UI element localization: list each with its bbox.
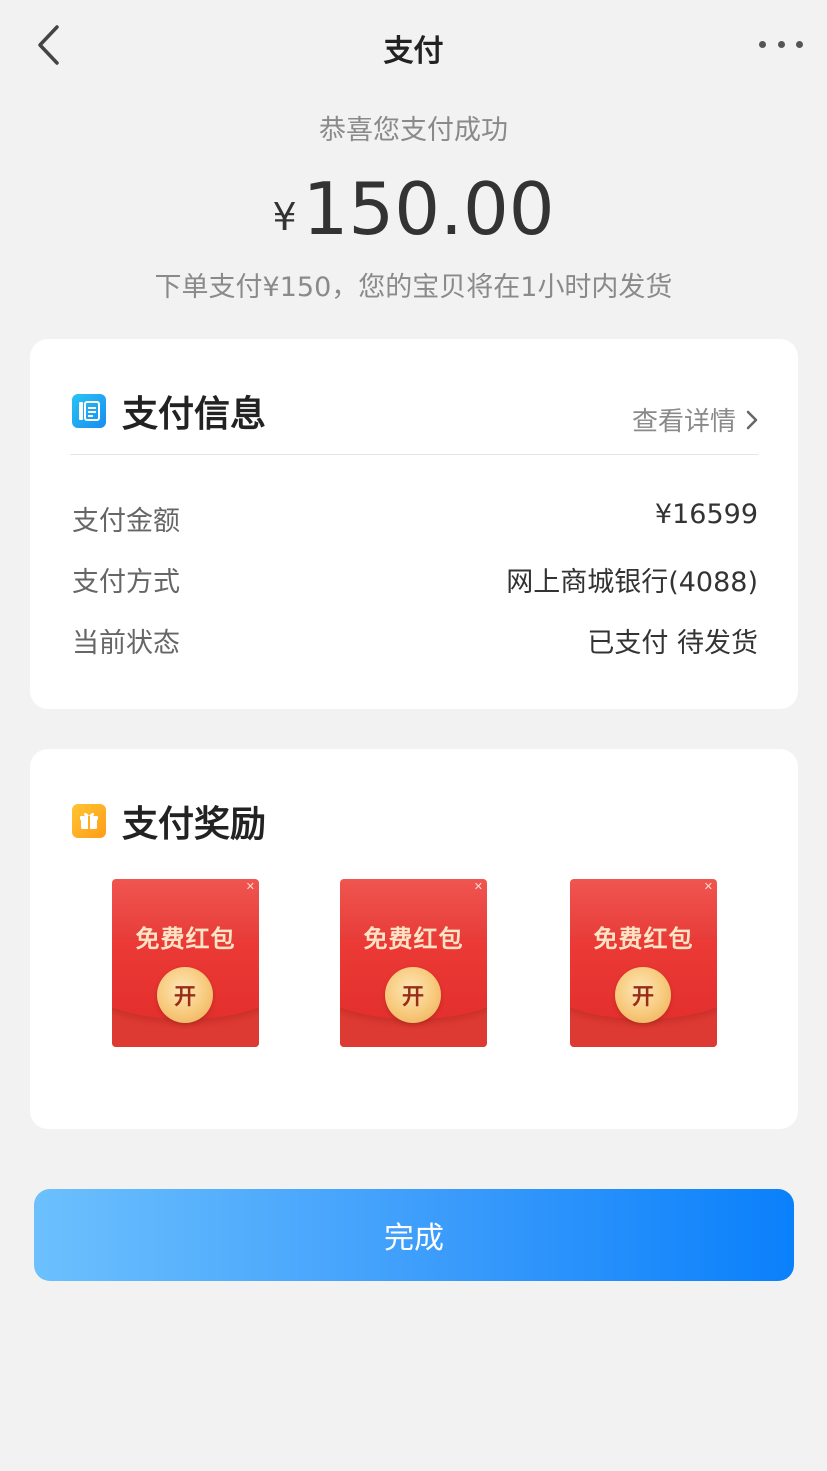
payment-info-header: 支付信息 xyxy=(72,385,266,437)
envelope-open-button[interactable]: 开 xyxy=(385,967,441,1023)
currency-symbol: ¥ xyxy=(272,195,297,239)
payment-info-card: 支付信息 查看详情 支付金额 ¥16599 支付方式 网上商城银行(4088) … xyxy=(30,339,798,709)
envelope-label: 免费红包 xyxy=(593,925,694,953)
envelope-label: 免费红包 xyxy=(363,925,464,953)
divider xyxy=(70,454,758,455)
red-envelope[interactable]: ✕ 免费红包 开 xyxy=(112,879,259,1047)
envelope-label: 免费红包 xyxy=(135,925,236,953)
info-row-value: 已支付 待发货 xyxy=(587,628,758,659)
nav-bar: 支付 xyxy=(0,0,827,90)
info-row-method: 支付方式 网上商城银行(4088) xyxy=(72,560,758,599)
envelope-open-button[interactable]: 开 xyxy=(157,967,213,1023)
info-row-label: 支付金额 xyxy=(72,506,180,537)
document-icon xyxy=(72,394,106,428)
more-dot xyxy=(777,40,785,48)
red-envelope[interactable]: ✕ 免费红包 开 xyxy=(570,879,717,1047)
info-row-status: 当前状态 已支付 待发货 xyxy=(72,621,758,660)
done-button[interactable]: 完成 xyxy=(34,1189,794,1281)
payment-result: 恭喜您支付成功 ¥ 150.00 下单支付¥150，您的宝贝将在1小时内发货 xyxy=(0,108,827,304)
info-row-label: 当前状态 xyxy=(72,628,180,659)
more-dot xyxy=(796,40,803,48)
view-details-label: 查看详情 xyxy=(631,407,736,437)
payment-info-title: 支付信息 xyxy=(122,394,267,435)
close-icon[interactable]: ✕ xyxy=(246,880,255,893)
reward-header: 支付奖励 xyxy=(72,795,266,847)
info-row-amount: 支付金额 ¥16599 xyxy=(72,499,758,538)
envelope-open-button[interactable]: 开 xyxy=(615,967,671,1023)
reward-title: 支付奖励 xyxy=(122,804,267,845)
info-row-label: 支付方式 xyxy=(72,567,180,598)
more-dot xyxy=(759,40,766,48)
red-envelope[interactable]: ✕ 免费红包 开 xyxy=(340,879,487,1047)
more-button[interactable] xyxy=(759,28,803,60)
paid-amount: ¥ 150.00 xyxy=(0,165,827,245)
close-icon[interactable]: ✕ xyxy=(474,880,483,893)
close-icon[interactable]: ✕ xyxy=(704,880,713,893)
page-title: 支付 xyxy=(383,34,444,69)
shipping-note: 下单支付¥150，您的宝贝将在1小时内发货 xyxy=(154,272,673,303)
success-message: 恭喜您支付成功 xyxy=(319,115,508,146)
view-details-link[interactable]: 查看详情 xyxy=(632,401,758,438)
amount-value: 150.00 xyxy=(302,167,555,251)
gift-icon xyxy=(72,804,106,838)
info-row-value: ¥16599 xyxy=(654,499,758,530)
payment-reward-card: 支付奖励 ✕ 免费红包 开 ✕ 免费红包 开 ✕ 免费红包 开 xyxy=(30,749,798,1129)
info-row-value: 网上商城银行(4088) xyxy=(506,567,758,598)
chevron-right-icon xyxy=(746,410,758,429)
